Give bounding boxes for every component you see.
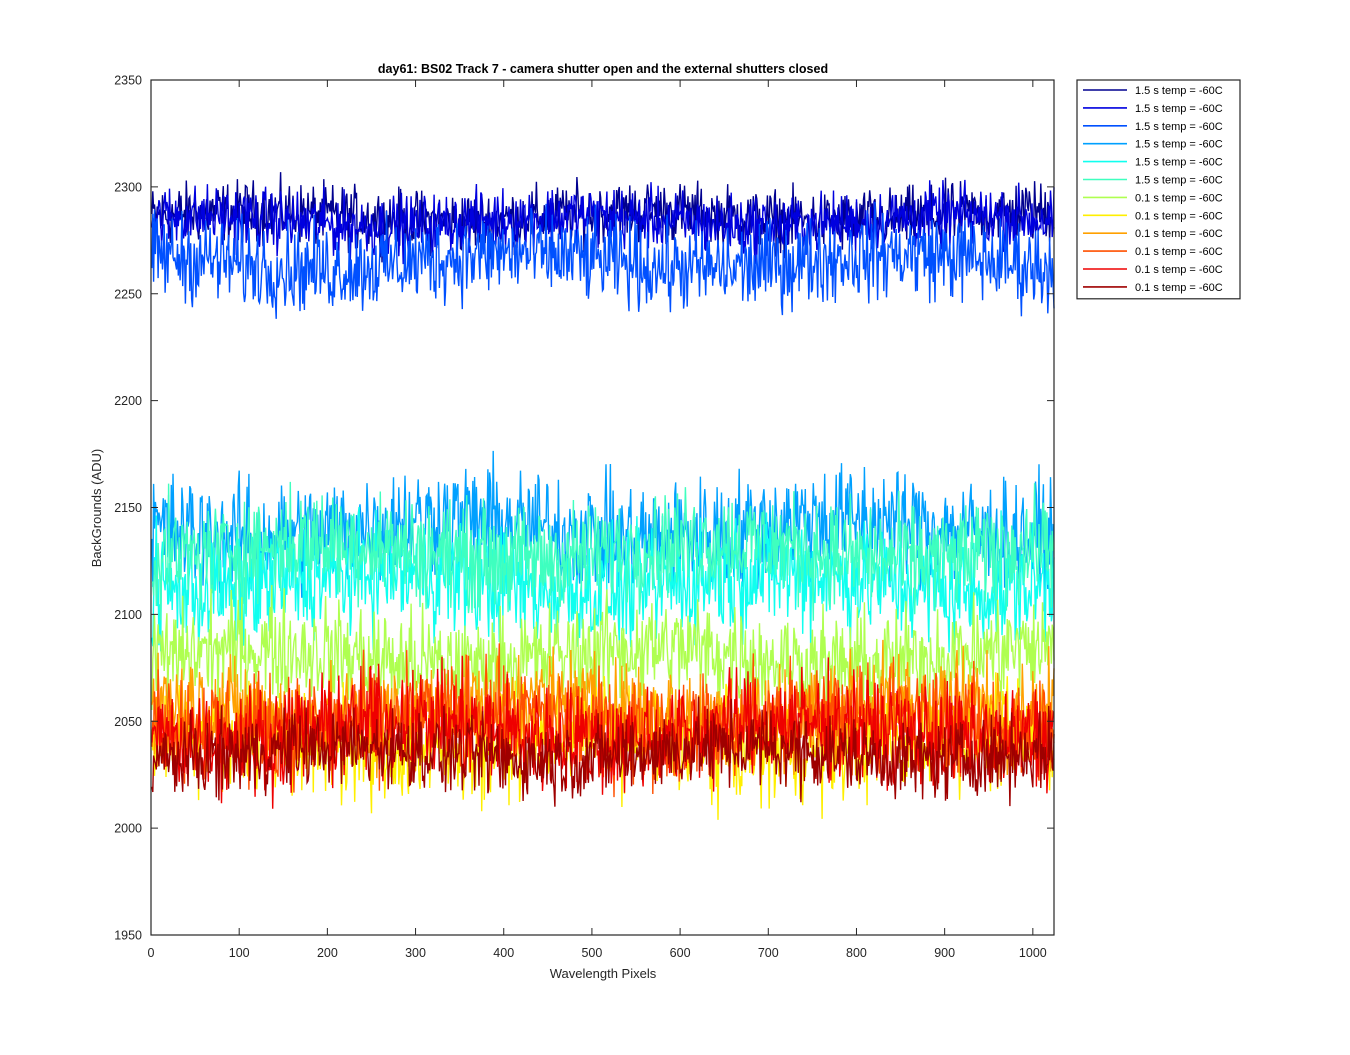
legend-label: 1.5 s temp = -60C <box>1135 85 1223 97</box>
x-tick-label: 200 <box>317 946 338 960</box>
legend-label: 0.1 s temp = -60C <box>1135 210 1223 222</box>
y-axis-label: BackGrounds (ADU) <box>89 449 104 567</box>
y-tick-label: 2350 <box>114 74 142 88</box>
x-axis-label: Wavelength Pixels <box>550 966 657 981</box>
x-tick-label: 400 <box>493 946 514 960</box>
legend-label: 1.5 s temp = -60C <box>1135 103 1223 115</box>
legend-label: 0.1 s temp = -60C <box>1135 246 1223 258</box>
x-tick-label: 1000 <box>1019 946 1047 960</box>
legend-label: 0.1 s temp = -60C <box>1135 192 1223 204</box>
x-tick-label: 900 <box>934 946 955 960</box>
legend-label: 1.5 s temp = -60C <box>1135 175 1223 187</box>
y-tick-label: 1950 <box>114 929 142 943</box>
legend-label: 0.1 s temp = -60C <box>1135 228 1223 240</box>
y-tick-label: 2050 <box>114 715 142 729</box>
x-tick-label: 600 <box>670 946 691 960</box>
y-tick-label: 2150 <box>114 501 142 515</box>
x-tick-label: 800 <box>846 946 867 960</box>
legend-label: 1.5 s temp = -60C <box>1135 157 1223 169</box>
legend-label: 1.5 s temp = -60C <box>1135 121 1223 133</box>
y-tick-label: 2250 <box>114 287 142 301</box>
x-tick-label: 500 <box>581 946 602 960</box>
y-tick-label: 2100 <box>114 608 142 622</box>
legend-label: 0.1 s temp = -60C <box>1135 264 1223 276</box>
y-tick-label: 2300 <box>114 180 142 194</box>
x-tick-label: 300 <box>405 946 426 960</box>
chart-title: day61: BS02 Track 7 - camera shutter ope… <box>378 62 828 76</box>
y-tick-label: 2200 <box>114 394 142 408</box>
legend-label: 0.1 s temp = -60C <box>1135 282 1223 294</box>
x-tick-label: 100 <box>229 946 250 960</box>
legend[interactable]: 1.5 s temp = -60C 1.5 s temp = -60C 1.5 s … <box>1076 79 1241 300</box>
figure-window: 0 100 200 300 400 500 600 700 800 900 1000 1950 2000… <box>0 0 1350 1050</box>
x-tick-label: 0 <box>148 946 155 960</box>
x-tick-label: 700 <box>758 946 779 960</box>
line-chart: 0 100 200 300 400 500 600 700 800 900 1000 1950 2000… <box>0 0 1350 1050</box>
y-tick-label: 2000 <box>114 822 142 836</box>
legend-label: 1.5 s temp = -60C <box>1135 139 1223 151</box>
